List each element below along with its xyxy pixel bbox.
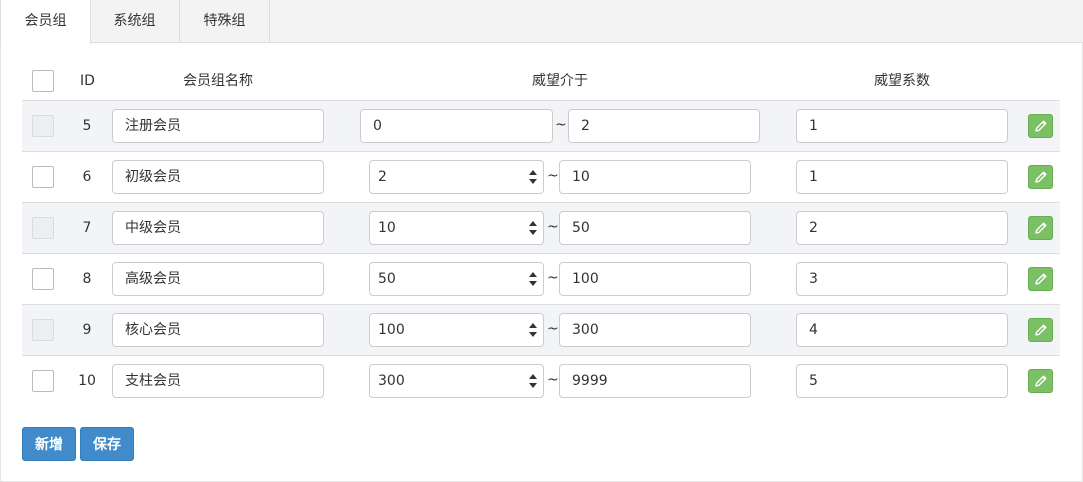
min-reputation-input[interactable]: 0 (360, 109, 553, 143)
up-down-arrows-icon (529, 221, 537, 235)
reputation-coefficient-input[interactable]: 5 (796, 364, 1008, 398)
max-reputation-input[interactable]: 300 (559, 313, 751, 347)
pencil-icon (1035, 171, 1047, 183)
max-reputation-input[interactable]: 9999 (559, 364, 751, 398)
row-id: 8 (82, 271, 92, 287)
tab-system-groups[interactable]: 系统组 (90, 0, 180, 43)
min-reputation-select[interactable]: 2 (369, 160, 544, 194)
min-reputation-value: 10 (378, 220, 396, 236)
row-id: 10 (78, 373, 96, 389)
min-reputation-select[interactable]: 300 (369, 364, 544, 398)
min-reputation-value: 300 (378, 373, 405, 389)
group-name-input[interactable]: 高级会员 (112, 262, 324, 296)
reputation-coefficient-input[interactable]: 2 (796, 211, 1008, 245)
max-reputation-input[interactable]: 50 (559, 211, 751, 245)
min-reputation-select[interactable]: 10 (369, 211, 544, 245)
table-row: 9 核心会员 100 ~300 4 (22, 304, 1060, 355)
pencil-icon (1035, 120, 1047, 132)
pencil-icon (1035, 375, 1047, 387)
table-header: ID 会员组名称 威望介于 威望系数 (22, 58, 1060, 104)
range-separator: ~ (547, 168, 559, 184)
up-down-arrows-icon (529, 272, 537, 286)
range-separator: ~ (555, 117, 567, 133)
row-checkbox[interactable] (32, 268, 54, 290)
table-row: 10 支柱会员 300 ~9999 5 (22, 355, 1060, 406)
min-reputation-select[interactable]: 50 (369, 262, 544, 296)
range-separator: ~ (547, 270, 559, 286)
group-name-input[interactable]: 注册会员 (112, 109, 324, 143)
row-checkbox[interactable] (32, 166, 54, 188)
reputation-coefficient-input[interactable]: 3 (796, 262, 1008, 296)
row-checkbox[interactable] (32, 370, 54, 392)
up-down-arrows-icon (529, 323, 537, 337)
tab-bar: 会员组 系统组 特殊组 (0, 0, 1083, 44)
pencil-icon (1035, 222, 1047, 234)
reputation-coefficient-input[interactable]: 4 (796, 313, 1008, 347)
reputation-coefficient-input[interactable]: 1 (796, 109, 1008, 143)
group-name-input[interactable]: 核心会员 (112, 313, 324, 347)
table-row: 8 高级会员 50 ~100 3 (22, 253, 1060, 304)
select-all-checkbox[interactable] (32, 70, 54, 92)
row-id: 6 (82, 169, 92, 185)
group-name-input[interactable]: 初级会员 (112, 160, 324, 194)
tab-member-groups[interactable]: 会员组 (0, 0, 91, 44)
row-id: 5 (82, 118, 92, 134)
row-id: 9 (82, 322, 92, 338)
max-reputation-input[interactable]: 10 (559, 160, 751, 194)
edit-button[interactable] (1028, 216, 1053, 240)
group-name-input[interactable]: 中级会员 (112, 211, 324, 245)
edit-button[interactable] (1028, 267, 1053, 291)
table-row: 7 中级会员 10 ~50 2 (22, 202, 1060, 253)
header-range: 威望介于 (532, 73, 588, 89)
max-reputation-input[interactable]: 100 (559, 262, 751, 296)
edit-button[interactable] (1028, 165, 1053, 189)
edit-button[interactable] (1028, 114, 1053, 138)
range-separator: ~ (547, 372, 559, 388)
row-checkbox[interactable] (32, 319, 54, 341)
range-separator: ~ (547, 219, 559, 235)
header-name: 会员组名称 (183, 73, 253, 89)
group-name-input[interactable]: 支柱会员 (112, 364, 324, 398)
edit-button[interactable] (1028, 318, 1053, 342)
tab-special-groups[interactable]: 特殊组 (180, 0, 270, 43)
header-coef: 威望系数 (874, 73, 930, 89)
reputation-coefficient-input[interactable]: 1 (796, 160, 1008, 194)
row-id: 7 (82, 220, 92, 236)
min-reputation-value: 100 (378, 322, 405, 338)
min-reputation-select[interactable]: 100 (369, 313, 544, 347)
row-checkbox[interactable] (32, 115, 54, 137)
header-id: ID (80, 73, 95, 89)
min-reputation-value: 2 (378, 169, 387, 185)
max-reputation-input[interactable]: 2 (568, 109, 760, 143)
range-separator: ~ (547, 321, 559, 337)
min-reputation-value: 50 (378, 271, 396, 287)
pencil-icon (1035, 273, 1047, 285)
table-row: 6 初级会员 2 ~10 1 (22, 151, 1060, 202)
save-button[interactable]: 保存 (80, 427, 134, 461)
up-down-arrows-icon (529, 170, 537, 184)
table-row: 5 注册会员 0 ~2 1 (22, 100, 1060, 151)
edit-button[interactable] (1028, 369, 1053, 393)
up-down-arrows-icon (529, 374, 537, 388)
pencil-icon (1035, 324, 1047, 336)
row-checkbox[interactable] (32, 217, 54, 239)
add-button[interactable]: 新增 (22, 427, 76, 461)
